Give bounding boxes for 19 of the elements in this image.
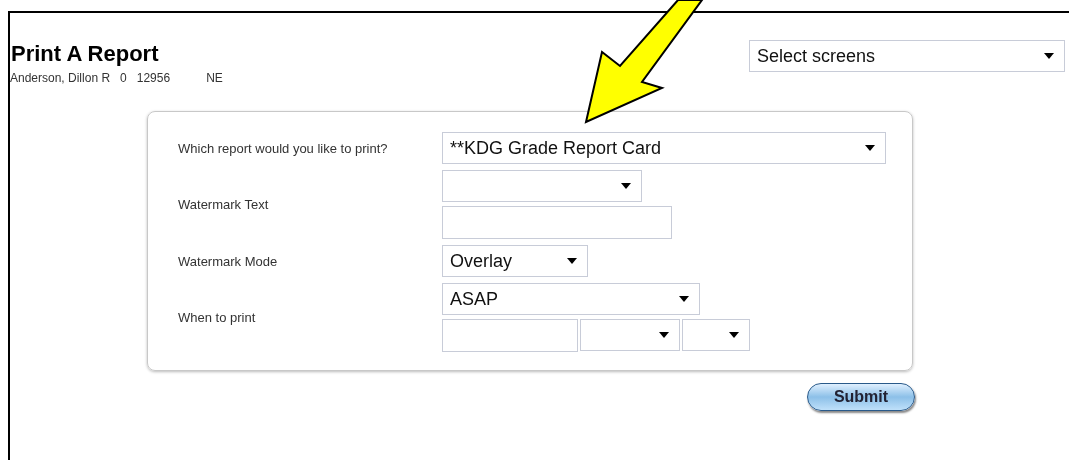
input-field[interactable] — [442, 206, 672, 239]
dropdown[interactable] — [682, 319, 750, 351]
field-label: Watermark Mode — [178, 253, 279, 269]
student-info: Anderson, Dillon R — [10, 71, 111, 85]
field-label: Watermark Text — [178, 197, 270, 212]
student-info: NE — [206, 71, 223, 85]
dropdown[interactable] — [442, 170, 642, 202]
student-info: 0 — [120, 71, 127, 85]
dropdown[interactable]: Overlay — [442, 245, 588, 277]
dropdown[interactable]: **KDG Grade Report Card — [442, 132, 886, 164]
field-label: When to print — [178, 310, 257, 325]
dropdown[interactable]: ASAP — [442, 283, 700, 315]
student-info: 12956 — [136, 71, 171, 85]
page-title: Print A Report — [11, 41, 160, 67]
field-label: Which report would you like to print? — [178, 140, 389, 156]
dropdown[interactable] — [580, 319, 680, 351]
input-field[interactable] — [442, 319, 578, 352]
screen-dropdown[interactable]: Select screens — [749, 40, 1065, 72]
submit-button[interactable]: Submit — [807, 383, 915, 411]
